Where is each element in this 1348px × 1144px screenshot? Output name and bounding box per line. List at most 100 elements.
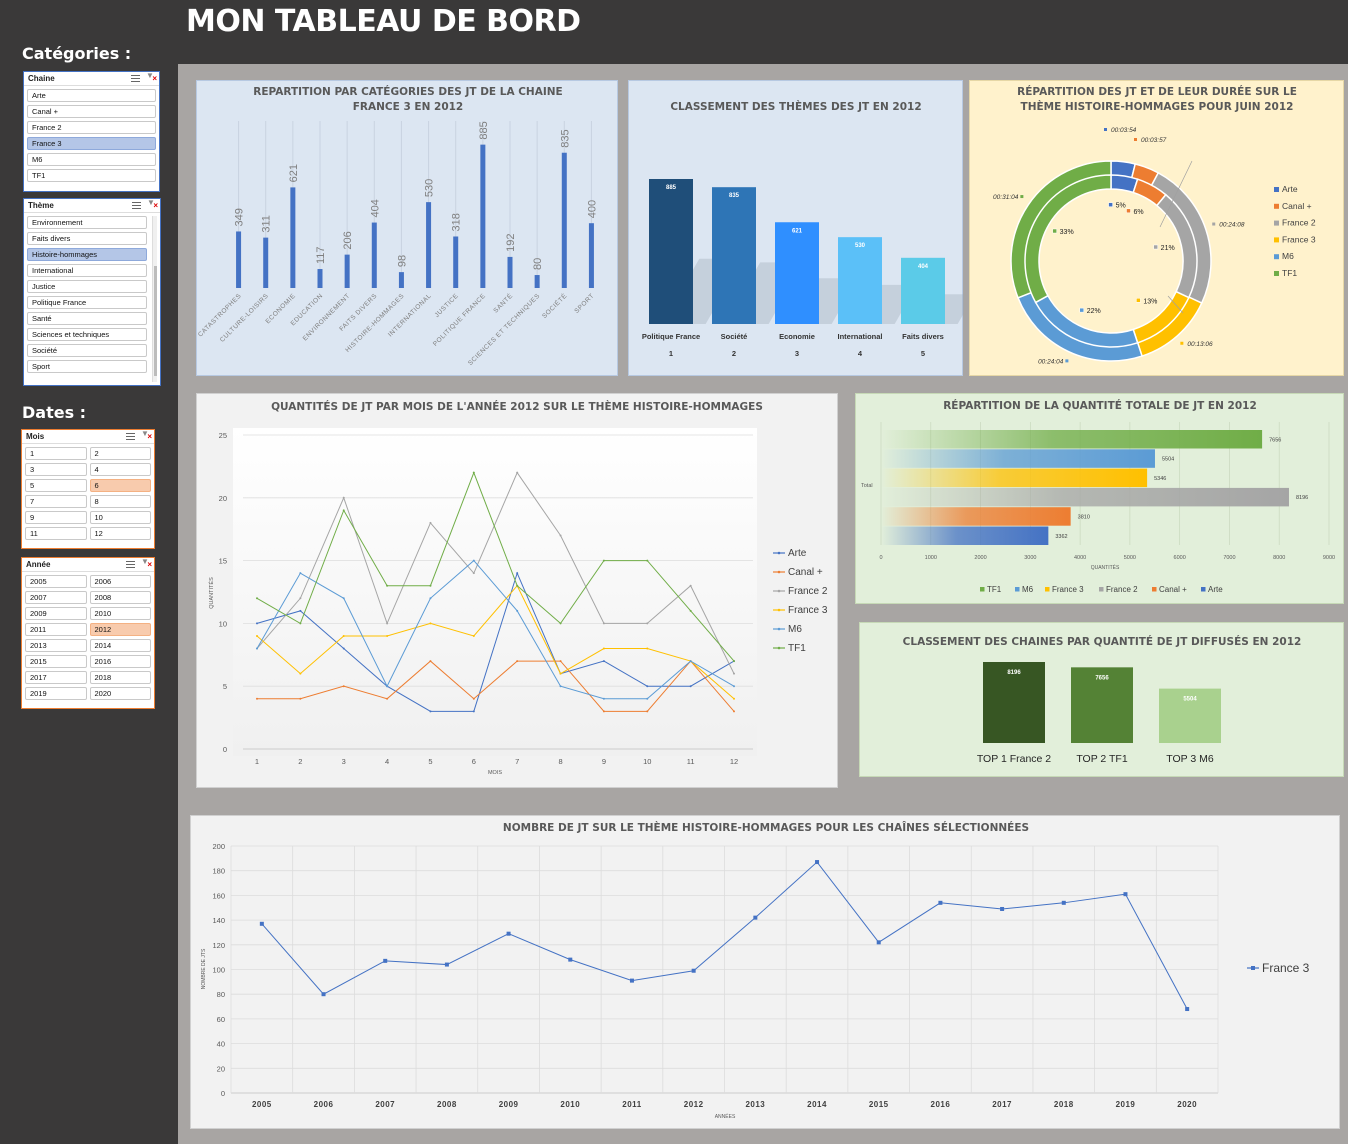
clear-filter-icon[interactable] <box>147 198 158 210</box>
x-tick-label: 2008 <box>437 1100 457 1109</box>
slicer-item-4[interactable]: 4 <box>89 463 151 476</box>
percent-label: 22% <box>1087 308 1101 315</box>
slicer-item-2020[interactable]: 2020 <box>89 687 151 700</box>
x-tick-label: 2013 <box>745 1100 765 1109</box>
annee-slicer[interactable]: Année20052006200720082009201020112012201… <box>21 557 155 709</box>
category-label: International <box>837 332 882 341</box>
data-label: 404 <box>369 199 381 217</box>
slicer-item-2014[interactable]: 2014 <box>89 639 151 652</box>
slicer-item-m6[interactable]: M6 <box>27 153 156 166</box>
rank-label: 3 <box>795 349 799 358</box>
percent-label: 6% <box>1133 209 1143 216</box>
slicer-item-2005[interactable]: 2005 <box>25 575 87 588</box>
slicer-item-10[interactable]: 10 <box>89 511 151 524</box>
slicer-item-international[interactable]: International <box>27 264 147 277</box>
theme-scroll-thumb[interactable] <box>154 266 157 376</box>
legend-swatch-france-3 <box>1274 237 1279 243</box>
rank-label: 1 <box>669 349 673 358</box>
bar-histoire-hommages <box>398 272 404 288</box>
chart-title-line-1: RÉPARTITION DES JT ET DE LEUR DURÉE SUR … <box>1017 85 1297 98</box>
bar-catastrophes <box>236 231 242 288</box>
slicer-item-7[interactable]: 7 <box>25 495 87 508</box>
slicer-item-12[interactable]: 12 <box>89 527 151 540</box>
slicer-item-sante[interactable]: Santé <box>27 312 147 325</box>
data-label: 3362 <box>1055 534 1067 540</box>
slicer-item-tf1[interactable]: TF1 <box>27 169 156 182</box>
slicer-item-2007[interactable]: 2007 <box>25 591 87 604</box>
slicer-item-11[interactable]: 11 <box>25 527 87 540</box>
slicer-item-8[interactable]: 8 <box>89 495 151 508</box>
multi-select-icon[interactable] <box>131 74 140 83</box>
mois-slicer-title: Mois <box>26 432 45 441</box>
bar-environnement <box>344 254 350 288</box>
slicer-item-2008[interactable]: 2008 <box>89 591 151 604</box>
legend-key <box>1052 228 1057 234</box>
point-canal <box>516 660 519 663</box>
point-canal <box>429 660 432 663</box>
point-canal <box>602 710 605 713</box>
slicer-item-sciences-et-techniques[interactable]: Sciences et techniques <box>27 328 147 341</box>
mois-slicer[interactable]: Mois123456789101112 <box>21 429 155 549</box>
slicer-item-france-2[interactable]: France 2 <box>27 121 156 134</box>
slicer-item-france-3[interactable]: France 3 <box>27 137 156 150</box>
slicer-item-2009[interactable]: 2009 <box>25 607 87 620</box>
slicer-item-canal[interactable]: Canal + <box>27 105 156 118</box>
slicer-item-faits-divers[interactable]: Faits divers <box>27 232 147 245</box>
point-m6 <box>559 685 562 688</box>
slicer-item-2012[interactable]: 2012 <box>89 623 151 636</box>
slicer-item-6[interactable]: 6 <box>89 479 151 492</box>
data-label: 5504 <box>1162 457 1174 463</box>
multi-select-icon[interactable] <box>126 432 135 441</box>
slicer-item-2017[interactable]: 2017 <box>25 671 87 684</box>
slicer-item-societe[interactable]: Société <box>27 344 147 357</box>
theme-slicer[interactable]: Thème Environnement Faits divers Histoire-h… <box>23 198 161 386</box>
mois-slicer-items: 1 2 3 4 5 6 7 8 9 10 11 12 <box>22 444 154 540</box>
slicer-item-2019[interactable]: 2019 <box>25 687 87 700</box>
slicer-item-environnement[interactable]: Environnement <box>27 216 147 229</box>
x-tick-label: 2012 <box>684 1100 704 1109</box>
slicer-item-2010[interactable]: 2010 <box>89 607 151 620</box>
category-label: TOP 2 TF1 <box>1076 753 1128 765</box>
slicer-item-2018[interactable]: 2018 <box>89 671 151 684</box>
slicer-item-politique-france[interactable]: Politique France <box>27 296 147 309</box>
slicer-item-3[interactable]: 3 <box>25 463 87 476</box>
slicer-item-2011[interactable]: 2011 <box>25 623 87 636</box>
x-tick-label: 2 <box>298 757 302 766</box>
category-label: CULTURE-LOISIRS <box>219 292 270 343</box>
slicer-item-justice[interactable]: Justice <box>27 280 147 293</box>
rank-label: 2 <box>732 349 736 358</box>
x-tick-label: 3000 <box>1024 555 1036 561</box>
slicer-item-5[interactable]: 5 <box>25 479 87 492</box>
slicer-item-sport[interactable]: Sport <box>27 360 147 373</box>
data-label: 404 <box>918 264 929 270</box>
slicer-item-arte[interactable]: Arte <box>27 89 156 102</box>
themes-rank-panel: CLASSEMENT DES THÈMES DES JT EN 2012 885 P… <box>628 80 964 376</box>
slicer-item-2016[interactable]: 2016 <box>89 655 151 668</box>
clear-filter-icon[interactable] <box>141 557 152 569</box>
multi-select-icon[interactable] <box>132 201 141 210</box>
slicer-item-2006[interactable]: 2006 <box>89 575 151 588</box>
slicer-item-histoire-hommages[interactable]: Histoire-hommages <box>27 248 147 261</box>
theme-scrollbar[interactable] <box>152 216 157 382</box>
x-tick-label: 4 <box>385 757 389 766</box>
multi-select-icon[interactable] <box>126 560 135 569</box>
y-tick-label: 0 <box>223 745 227 754</box>
x-tick-label: 3 <box>342 757 346 766</box>
slicer-item-9[interactable]: 9 <box>25 511 87 524</box>
clear-filter-icon[interactable] <box>146 71 157 83</box>
x-tick-label: 2020 <box>1177 1100 1197 1109</box>
chaine-slicer[interactable]: Chaine Arte Canal + France 2 France 3 M6 TF1 <box>23 71 160 192</box>
clear-filter-icon[interactable] <box>141 429 152 441</box>
point-france-2 <box>342 496 345 499</box>
slicer-item-1[interactable]: 1 <box>25 447 87 460</box>
rank-label: 4 <box>858 349 863 358</box>
slicer-item-2[interactable]: 2 <box>89 447 151 460</box>
x-tick-label: 2009 <box>499 1100 519 1109</box>
chart-title-line-1: REPARTITION PAR CATÉGORIES DES JT DE LA … <box>253 85 562 98</box>
percent-label: 13% <box>1143 298 1157 305</box>
slicer-item-2015[interactable]: 2015 <box>25 655 87 668</box>
x-tick-label: 2006 <box>314 1100 334 1109</box>
slicer-item-2013[interactable]: 2013 <box>25 639 87 652</box>
donut-chart: RÉPARTITION DES JT ET DE LEUR DURÉE SUR … <box>993 85 1316 365</box>
legend-swatch-m6 <box>1274 254 1279 260</box>
